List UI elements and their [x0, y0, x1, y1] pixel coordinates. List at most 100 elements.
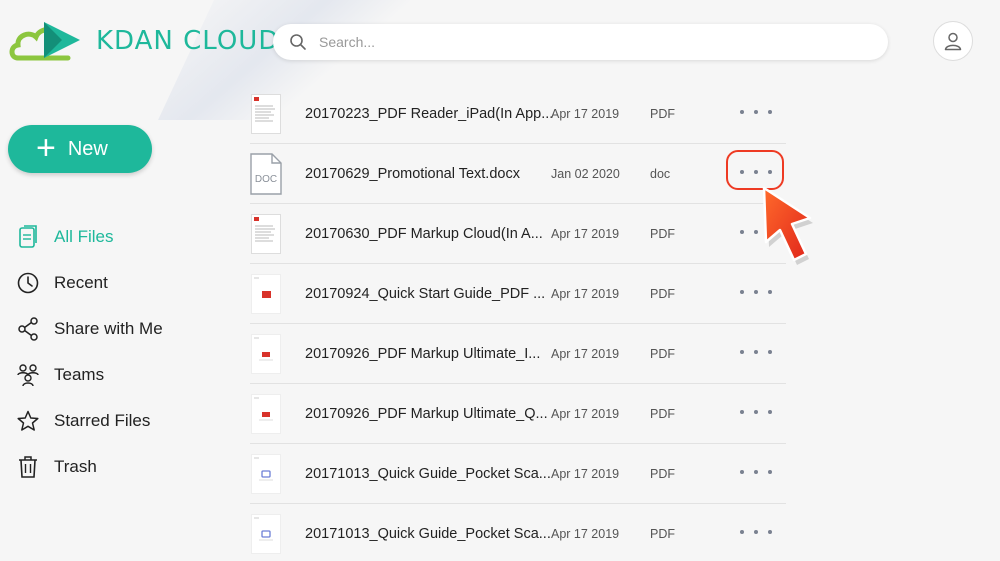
- sidebar-item-label: Recent: [54, 273, 108, 292]
- search-bar[interactable]: [273, 24, 888, 60]
- file-row[interactable]: 20171013_Quick Guide_Pocket Sca... Apr 1…: [250, 444, 786, 504]
- file-name[interactable]: 20171013_Quick Guide_Pocket Sca...: [305, 526, 551, 542]
- sidebar-nav: All Files Recent Share with Me Teams Sta…: [16, 214, 163, 490]
- search-icon: [290, 34, 306, 50]
- file-name[interactable]: 20170924_Quick Start Guide_PDF ...: [305, 286, 545, 302]
- dot-icon: [754, 350, 758, 354]
- sidebar-item-recent[interactable]: Recent: [16, 260, 163, 306]
- user-avatar-button[interactable]: [933, 21, 973, 61]
- file-type: PDF: [650, 286, 675, 301]
- file-type: PDF: [650, 406, 675, 421]
- dot-icon: [754, 410, 758, 414]
- dot-icon: [754, 470, 758, 474]
- teams-icon: [16, 363, 40, 387]
- file-row[interactable]: 20170630_PDF Markup Cloud(In A... Apr 17…: [250, 204, 786, 264]
- dot-icon: [768, 350, 772, 354]
- file-name[interactable]: 20170630_PDF Markup Cloud(In A...: [305, 226, 543, 242]
- pdf-thumbnail-icon: [250, 333, 282, 374]
- more-options-button[interactable]: [740, 522, 772, 542]
- clock-icon: [16, 271, 40, 295]
- pdf-thumbnail-icon: [250, 273, 282, 314]
- dot-icon: [768, 230, 772, 234]
- star-icon: [16, 409, 40, 433]
- file-list: 20170223_PDF Reader_iPad(In App... Apr 1…: [250, 84, 786, 561]
- file-type: doc: [650, 166, 671, 181]
- dot-icon: [768, 290, 772, 294]
- dot-icon: [740, 530, 744, 534]
- pdf-thumbnail-icon: [250, 213, 282, 254]
- file-type: PDF: [650, 466, 675, 481]
- file-name[interactable]: 20170629_Promotional Text.docx: [305, 166, 520, 182]
- file-name[interactable]: 20170223_PDF Reader_iPad(In App...: [305, 106, 553, 122]
- sidebar-item-all-files[interactable]: All Files: [16, 214, 163, 260]
- dot-icon: [740, 170, 744, 174]
- search-input[interactable]: [319, 34, 839, 50]
- file-date: Apr 17 2019: [551, 406, 620, 421]
- doc-thumb-label: DOC: [255, 174, 277, 185]
- dot-icon: [740, 470, 744, 474]
- file-name[interactable]: 20170926_PDF Markup Ultimate_Q...: [305, 406, 548, 422]
- dot-icon: [740, 290, 744, 294]
- sidebar-item-starred-files[interactable]: Starred Files: [16, 398, 163, 444]
- brand-logo[interactable]: KDAN CLOUD: [8, 18, 279, 64]
- file-type: PDF: [650, 527, 675, 541]
- dot-icon: [740, 230, 744, 234]
- sidebar-item-label: Teams: [54, 365, 105, 384]
- sidebar-item-teams[interactable]: Teams: [16, 352, 163, 398]
- sidebar-item-trash[interactable]: Trash: [16, 444, 163, 490]
- dot-icon: [754, 110, 758, 114]
- more-options-button[interactable]: [740, 282, 772, 302]
- plus-icon: +: [36, 128, 56, 167]
- dot-icon: [754, 230, 758, 234]
- sidebar-item-label: Trash: [54, 457, 97, 476]
- trash-icon: [16, 455, 40, 479]
- file-name[interactable]: 20171013_Quick Guide_Pocket Sca...: [305, 466, 551, 482]
- file-row[interactable]: 20170926_PDF Markup Ultimate_I... Apr 17…: [250, 324, 786, 384]
- more-options-button[interactable]: [740, 162, 772, 182]
- cloud-logo-icon: [9, 22, 80, 61]
- file-icon: [16, 225, 40, 249]
- file-date: Apr 17 2019: [551, 106, 620, 121]
- dot-icon: [754, 290, 758, 294]
- file-date: Apr 17 2019: [551, 226, 620, 241]
- dot-icon: [768, 410, 772, 414]
- file-date: Jan 02 2020: [551, 166, 620, 181]
- more-options-button[interactable]: [740, 402, 772, 422]
- sidebar-item-label: Starred Files: [54, 411, 151, 430]
- pdf-thumbnail-icon: [250, 393, 282, 434]
- dot-icon: [768, 170, 772, 174]
- pdf-thumbnail-icon: [250, 453, 282, 494]
- file-type: PDF: [650, 226, 675, 241]
- dot-icon: [768, 470, 772, 474]
- user-icon: [944, 32, 962, 51]
- new-button[interactable]: + New: [8, 125, 152, 173]
- dot-icon: [754, 170, 758, 174]
- file-date: Apr 17 2019: [551, 346, 620, 361]
- file-row[interactable]: 20170223_PDF Reader_iPad(In App... Apr 1…: [250, 84, 786, 144]
- dot-icon: [740, 410, 744, 414]
- pdf-thumbnail-icon: [250, 514, 282, 554]
- more-options-button[interactable]: [740, 102, 772, 122]
- sidebar-item-label: All Files: [54, 227, 114, 246]
- sidebar-item-share-with-me[interactable]: Share with Me: [16, 306, 163, 352]
- brand-name: KDAN CLOUD: [96, 26, 280, 56]
- more-options-button[interactable]: [740, 462, 772, 482]
- file-name[interactable]: 20170926_PDF Markup Ultimate_I...: [305, 346, 540, 362]
- dot-icon: [768, 530, 772, 534]
- share-icon: [16, 317, 40, 341]
- new-button-label: New: [67, 137, 108, 160]
- file-row[interactable]: DOC 20170629_Promotional Text.docx Jan 0…: [250, 144, 786, 204]
- file-date: Apr 17 2019: [551, 527, 620, 541]
- more-options-button[interactable]: [740, 342, 772, 362]
- sidebar-item-label: Share with Me: [54, 319, 163, 338]
- file-type: PDF: [650, 106, 675, 121]
- doc-file-icon: DOC: [250, 152, 282, 195]
- file-row[interactable]: 20171013_Quick Guide_Pocket Sca... Apr 1…: [250, 504, 786, 561]
- file-row[interactable]: 20170924_Quick Start Guide_PDF ... Apr 1…: [250, 264, 786, 324]
- dot-icon: [740, 110, 744, 114]
- more-options-button[interactable]: [740, 222, 772, 242]
- pdf-thumbnail-icon: [250, 93, 282, 134]
- file-type: PDF: [650, 346, 675, 361]
- file-date: Apr 17 2019: [551, 466, 620, 481]
- file-row[interactable]: 20170926_PDF Markup Ultimate_Q... Apr 17…: [250, 384, 786, 444]
